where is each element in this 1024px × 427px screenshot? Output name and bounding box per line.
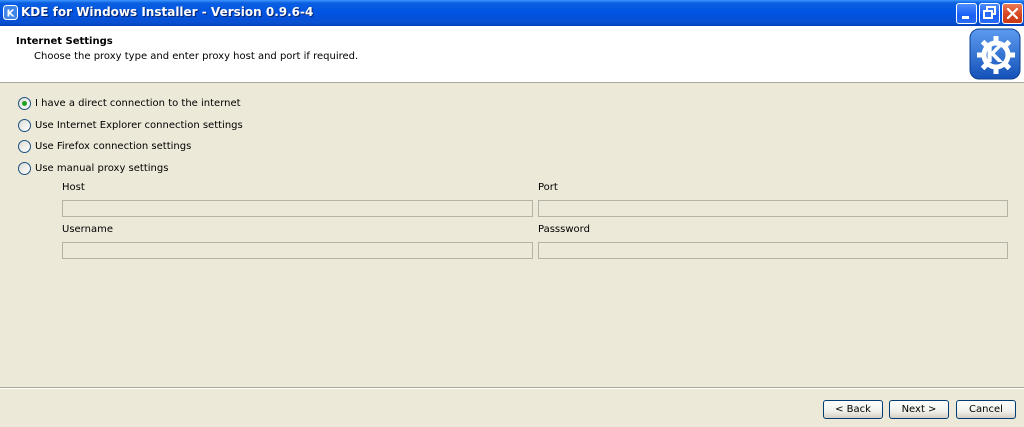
password-label: Passsword — [538, 224, 590, 235]
port-input[interactable] — [538, 200, 1008, 217]
next-button[interactable]: Next > — [889, 400, 949, 419]
radio-firefox[interactable] — [18, 139, 31, 153]
svg-text:K: K — [985, 43, 1003, 68]
option-label: Use Internet Explorer connection setting… — [35, 119, 243, 131]
option-label: Use manual proxy settings — [35, 162, 169, 174]
password-input[interactable] — [538, 242, 1008, 259]
minimize-button[interactable] — [956, 3, 977, 24]
title-bar[interactable]: K KDE for Windows Installer - Version 0.… — [0, 0, 1024, 26]
back-button[interactable]: < Back — [823, 400, 883, 419]
option-direct-connection[interactable]: I have a direct connection to the intern… — [18, 95, 241, 111]
page-subtitle: Choose the proxy type and enter proxy ho… — [34, 51, 359, 62]
username-input[interactable] — [62, 242, 533, 259]
username-label: Username — [62, 224, 113, 235]
close-button[interactable] — [1002, 3, 1023, 24]
kde-icon: K — [3, 5, 18, 20]
port-label: Port — [538, 182, 558, 193]
footer-divider — [0, 387, 1024, 389]
option-ie-settings[interactable]: Use Internet Explorer connection setting… — [18, 117, 243, 133]
wizard-header: Internet Settings Choose the proxy type … — [0, 26, 1024, 83]
option-label: Use Firefox connection settings — [35, 140, 192, 152]
option-label: I have a direct connection to the intern… — [35, 97, 241, 109]
radio-ie[interactable] — [18, 118, 31, 132]
svg-text:K: K — [7, 9, 16, 20]
window-title: KDE for Windows Installer - Version 0.9.… — [21, 5, 314, 19]
restore-icon — [983, 6, 996, 19]
radio-manual[interactable] — [18, 161, 31, 175]
option-manual-proxy[interactable]: Use manual proxy settings — [18, 160, 168, 176]
option-firefox-settings[interactable]: Use Firefox connection settings — [18, 138, 191, 154]
kde-logo: K — [969, 28, 1021, 80]
close-icon — [1006, 7, 1019, 20]
host-label: Host — [62, 182, 85, 193]
minimize-icon — [962, 16, 969, 19]
cancel-button[interactable]: Cancel — [956, 400, 1016, 419]
host-input[interactable] — [62, 200, 533, 217]
restore-button[interactable] — [979, 3, 1000, 24]
radio-direct[interactable] — [18, 96, 31, 110]
installer-window: K KDE for Windows Installer - Version 0.… — [0, 0, 1024, 427]
page-title: Internet Settings — [16, 36, 113, 47]
